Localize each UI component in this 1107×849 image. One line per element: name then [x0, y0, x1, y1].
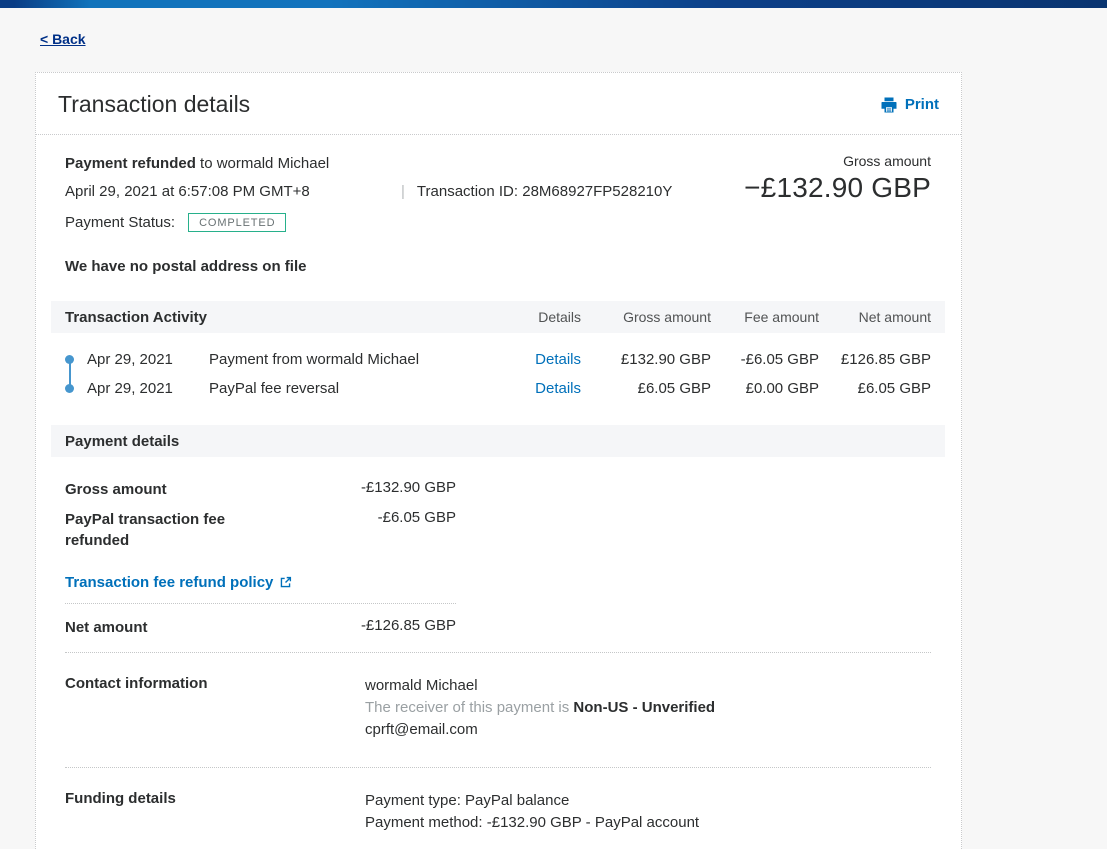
- payment-details-row: PayPal transaction fee refunded -£6.05 G…: [65, 509, 931, 551]
- activity-title: Transaction Activity: [65, 309, 501, 326]
- pd-gross-value: -£132.90 GBP: [336, 479, 456, 500]
- contact-name: wormald Michael: [365, 675, 931, 697]
- table-row: Apr 29, 2021 PayPal fee reversal Details…: [65, 374, 931, 403]
- transaction-id-label: Transaction ID:: [417, 183, 518, 200]
- activity-gross: £132.90 GBP: [581, 351, 711, 368]
- gross-amount-value: −£132.90 GBP: [744, 172, 931, 204]
- payment-details-section: Payment details Gross amount -£132.90 GB…: [65, 425, 931, 653]
- activity-gross: £6.05 GBP: [581, 380, 711, 397]
- activity-rows: Apr 29, 2021 Payment from wormald Michae…: [65, 345, 931, 403]
- payment-headline: Payment refunded to wormald Michael: [65, 155, 672, 172]
- activity-fee: -£6.05 GBP: [711, 351, 819, 368]
- activity-net: £6.05 GBP: [819, 380, 931, 397]
- pd-gross-label: Gross amount: [65, 479, 250, 500]
- transaction-id-value: 28M68927FP528210Y: [522, 183, 672, 200]
- contact-email: cprft@email.com: [365, 719, 931, 741]
- gross-amount-block: Gross amount −£132.90 GBP: [744, 153, 931, 232]
- status-line: Payment Status: COMPLETED: [65, 213, 672, 232]
- summary-section: Payment refunded to wormald Michael Apri…: [65, 153, 931, 232]
- external-link-icon: [279, 576, 292, 589]
- col-header-fee: Fee amount: [711, 309, 819, 325]
- payment-details-header: Payment details: [51, 425, 945, 457]
- print-label: Print: [905, 96, 939, 113]
- net-amount-value: -£126.85 GBP: [336, 617, 456, 638]
- col-header-net: Net amount: [819, 309, 931, 325]
- payment-method: Payment method: -£132.90 GBP - PayPal ac…: [365, 812, 931, 834]
- contact-information-section: Contact information wormald Michael The …: [65, 675, 931, 741]
- payment-datetime: April 29, 2021 at 6:57:08 PM GMT+8: [65, 183, 401, 200]
- print-button[interactable]: Print: [880, 96, 939, 114]
- policy-link-label: Transaction fee refund policy: [65, 574, 273, 591]
- status-badge: COMPLETED: [188, 213, 286, 232]
- receiver-status-prefix: The receiver of this payment is: [365, 699, 573, 716]
- printer-icon: [880, 96, 898, 114]
- payment-details-rows: Gross amount -£132.90 GBP PayPal transac…: [65, 479, 931, 551]
- timeline-cell: [65, 345, 87, 374]
- card-body: Payment refunded to wormald Michael Apri…: [36, 135, 961, 849]
- pd-fee-label: PayPal transaction fee refunded: [65, 509, 250, 551]
- contact-information-label: Contact information: [65, 675, 365, 741]
- divider: [65, 767, 931, 768]
- timeline-dot: [65, 355, 74, 364]
- timeline-cell: [65, 374, 87, 403]
- payment-details-row: Gross amount -£132.90 GBP: [65, 479, 931, 500]
- table-row: Apr 29, 2021 Payment from wormald Michae…: [65, 345, 931, 374]
- transaction-activity-section: Transaction Activity Details Gross amoun…: [65, 301, 931, 403]
- funding-details-section: Funding details Payment type: PayPal bal…: [65, 790, 931, 834]
- activity-date: Apr 29, 2021: [87, 380, 209, 397]
- payment-type-label: Payment refunded: [65, 155, 196, 172]
- details-link[interactable]: Details: [535, 351, 581, 368]
- funding-details-values: Payment type: PayPal balance Payment met…: [365, 790, 931, 834]
- activity-date: Apr 29, 2021: [87, 351, 209, 368]
- separator: |: [401, 183, 405, 200]
- back-link[interactable]: < Back: [40, 31, 86, 47]
- net-amount-label: Net amount: [65, 617, 250, 638]
- activity-header-row: Transaction Activity Details Gross amoun…: [51, 301, 945, 333]
- gross-amount-label: Gross amount: [744, 153, 931, 169]
- pd-fee-value: -£6.05 GBP: [336, 509, 456, 551]
- activity-description: PayPal fee reversal: [209, 380, 501, 397]
- postal-address-notice: We have no postal address on file: [65, 258, 931, 275]
- receiver-status-line: The receiver of this payment is Non-US -…: [365, 697, 931, 719]
- transaction-card: Transaction details Print: [35, 72, 962, 849]
- activity-description: Payment from wormald Michael: [209, 351, 501, 368]
- activity-net: £126.85 GBP: [819, 351, 931, 368]
- page-title: Transaction details: [58, 91, 250, 118]
- fee-refund-policy-link[interactable]: Transaction fee refund policy: [65, 574, 292, 591]
- timeline-dot: [65, 384, 74, 393]
- col-header-gross: Gross amount: [581, 309, 711, 325]
- payment-recipient: to wormald Michael: [196, 155, 329, 172]
- divider: [65, 652, 931, 653]
- activity-fee: £0.00 GBP: [711, 380, 819, 397]
- funding-details-label: Funding details: [65, 790, 365, 834]
- payment-type: Payment type: PayPal balance: [365, 790, 931, 812]
- payment-status-label: Payment Status:: [65, 214, 175, 231]
- card-header: Transaction details Print: [36, 73, 961, 135]
- top-progress-bar: [0, 0, 1107, 8]
- page: < Back Transaction details Print: [0, 8, 1107, 849]
- contact-information-values: wormald Michael The receiver of this pay…: [365, 675, 931, 741]
- payment-details-title: Payment details: [65, 433, 179, 450]
- net-amount-row: Net amount -£126.85 GBP: [65, 617, 931, 638]
- receiver-status-value: Non-US - Unverified: [573, 699, 715, 716]
- details-link[interactable]: Details: [535, 380, 581, 397]
- col-header-details: Details: [501, 309, 581, 325]
- divider: [65, 603, 456, 604]
- summary-left: Payment refunded to wormald Michael Apri…: [65, 153, 672, 232]
- date-id-line: April 29, 2021 at 6:57:08 PM GMT+8 | Tra…: [65, 183, 672, 200]
